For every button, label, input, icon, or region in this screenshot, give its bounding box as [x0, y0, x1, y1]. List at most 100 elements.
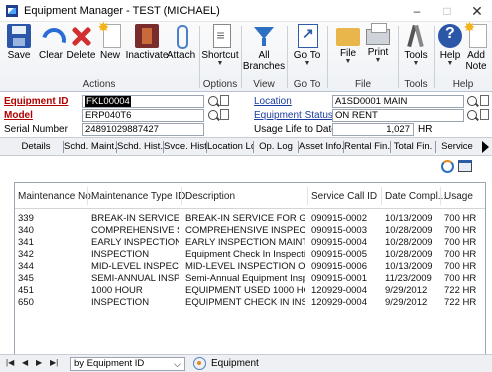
next-record-button[interactable]: ▶: [36, 358, 42, 367]
chevron-down-icon: ▼: [344, 58, 352, 65]
usage-life-field: 1,027: [332, 123, 414, 136]
lookup-icon[interactable]: [467, 110, 477, 120]
shortcut-icon: [212, 24, 231, 48]
refresh-icon[interactable]: [441, 160, 454, 173]
tab-total-fin[interactable]: Total Fin.: [391, 140, 435, 154]
filter-icon: [252, 24, 276, 48]
help-button[interactable]: Help ▼: [436, 24, 464, 67]
equipment-id-label[interactable]: Equipment ID: [4, 96, 68, 107]
tab-service[interactable]: Service: [436, 140, 478, 154]
window-icon[interactable]: [458, 160, 472, 172]
attach-icon: [169, 24, 193, 49]
column-header[interactable]: Service Call ID: [311, 191, 377, 202]
table-row[interactable]: 342 INSPECTION Equipment Check In Inspec…: [15, 249, 485, 260]
group-separator: [327, 26, 328, 88]
group-tools: Tools: [404, 79, 428, 90]
record-navigation-bar: |◀ ◀ ▶ ▶| by Equipment ID ⌵ Equipment: [0, 354, 492, 372]
ribbon-toolbar: Save Clear Delete New Inactivate Attach …: [0, 19, 492, 92]
chevron-down-icon: ▼: [412, 60, 420, 67]
maintenance-history-grid[interactable]: Maintenance No. Maintenance Type ID Desc…: [14, 182, 486, 356]
serial-number-field[interactable]: 24891029887427: [82, 123, 204, 136]
document-icon[interactable]: [220, 95, 229, 106]
column-header[interactable]: Maintenance No.: [18, 191, 94, 202]
table-row[interactable]: 345 SEMI-ANNUAL INSPE... Semi-Annual Equ…: [15, 273, 485, 284]
delete-icon: [69, 24, 93, 48]
tools-icon: [404, 24, 428, 48]
group-view: View: [253, 79, 275, 90]
new-icon: [98, 19, 121, 48]
table-row[interactable]: 650 INSPECTION EQUIPMENT CHECK IN INSPEC…: [15, 297, 485, 308]
group-options: Options: [202, 79, 238, 90]
column-header[interactable]: Usage: [444, 191, 473, 202]
tab-scroll-right-icon[interactable]: [482, 141, 489, 153]
lookup-icon[interactable]: [208, 110, 218, 120]
save-icon: [7, 24, 31, 48]
equipment-link[interactable]: Equipment: [211, 358, 259, 369]
note-icon: [464, 19, 487, 48]
chevron-down-icon: ⌵: [174, 359, 181, 369]
equipment-id-field[interactable]: FKL00004: [82, 95, 204, 108]
group-file: File: [354, 79, 372, 90]
column-header[interactable]: Date Compl...: [385, 191, 446, 202]
tab-schd-hist[interactable]: Schd. Hist.: [117, 140, 163, 154]
equipment-status-field[interactable]: ON RENT: [332, 109, 464, 122]
folder-icon: [336, 28, 360, 46]
column-header[interactable]: Maintenance Type ID: [91, 191, 185, 202]
add-note-button[interactable]: Add Note: [462, 19, 490, 72]
attach-button[interactable]: Attach: [162, 24, 200, 61]
tab-op-log[interactable]: Op. Log: [254, 140, 298, 154]
panel-tools: [441, 160, 472, 173]
group-goto: Go To: [293, 79, 321, 90]
help-icon: [438, 24, 462, 48]
tab-asset-info[interactable]: Asset Info.: [299, 140, 343, 154]
equipment-status-label[interactable]: Equipment Status: [254, 110, 333, 121]
group-help: Help: [452, 79, 474, 90]
table-row[interactable]: 341 EARLY INSPECTION EARLY INSPECTION MA…: [15, 237, 485, 248]
previous-record-button[interactable]: ◀: [22, 358, 28, 367]
sort-order-select[interactable]: by Equipment ID ⌵: [70, 357, 185, 371]
model-field[interactable]: ERP040T6: [82, 109, 204, 122]
chevron-down-icon: ▼: [446, 60, 454, 67]
tab-details[interactable]: Details: [10, 140, 62, 154]
last-record-button[interactable]: ▶|: [50, 358, 58, 367]
tab-schd-maint[interactable]: Schd. Maint.: [64, 140, 116, 154]
document-icon[interactable]: [480, 109, 489, 120]
column-header[interactable]: Description: [185, 191, 235, 202]
usage-unit: HR: [418, 124, 433, 135]
chevron-down-icon: ▼: [216, 60, 224, 67]
document-icon[interactable]: [220, 109, 229, 120]
tab-svce-hist[interactable]: Svce. Hist.: [164, 140, 206, 154]
inactivate-icon: [135, 24, 159, 48]
print-button[interactable]: Print ▼: [359, 23, 397, 64]
tab-rental-fin[interactable]: Rental Fin.: [344, 140, 390, 154]
model-label[interactable]: Model: [4, 110, 33, 121]
grid-header: Maintenance No. Maintenance Type ID Desc…: [15, 183, 485, 209]
title-bar: Equipment Manager - TEST (MICHAEL) – □ ✕: [0, 0, 492, 22]
all-branches-button[interactable]: All Branches: [242, 24, 286, 72]
tools-button[interactable]: Tools ▼: [399, 24, 433, 67]
printer-icon: [366, 23, 390, 45]
goto-button[interactable]: Go To ▼: [288, 24, 326, 67]
table-row[interactable]: 340 COMPREHENSIVE SER... COMPREHENSIVE I…: [15, 225, 485, 236]
minimize-button[interactable]: –: [402, 0, 432, 22]
serial-number-label: Serial Number: [4, 124, 68, 135]
table-row[interactable]: 451 1000 HOUR EQUIPMENT USED 1000 HOURS …: [15, 285, 485, 296]
usage-life-label: Usage Life to Date: [254, 124, 337, 135]
goto-icon: [298, 24, 318, 48]
shortcut-button[interactable]: Shortcut ▼: [200, 24, 240, 67]
location-label[interactable]: Location: [254, 96, 292, 107]
lookup-icon[interactable]: [467, 96, 477, 106]
chevron-down-icon: ▼: [303, 60, 311, 67]
maximize-button[interactable]: □: [432, 0, 462, 22]
window-title: Equipment Manager - TEST (MICHAEL): [24, 4, 220, 17]
location-field[interactable]: A1SD0001 MAIN: [332, 95, 464, 108]
table-row[interactable]: 339 BREAK-IN SERVICE BREAK-IN SERVICE FO…: [15, 213, 485, 224]
group-actions: Actions: [82, 79, 116, 90]
lookup-icon[interactable]: [208, 96, 218, 106]
document-icon[interactable]: [480, 95, 489, 106]
first-record-button[interactable]: |◀: [6, 358, 14, 367]
tab-location-log[interactable]: Location Log: [207, 140, 253, 154]
group-separator: [434, 26, 435, 88]
equipment-icon[interactable]: [193, 357, 206, 370]
table-row[interactable]: 344 MID-LEVEL INSPECTION MID-LEVEL INSPE…: [15, 261, 485, 272]
